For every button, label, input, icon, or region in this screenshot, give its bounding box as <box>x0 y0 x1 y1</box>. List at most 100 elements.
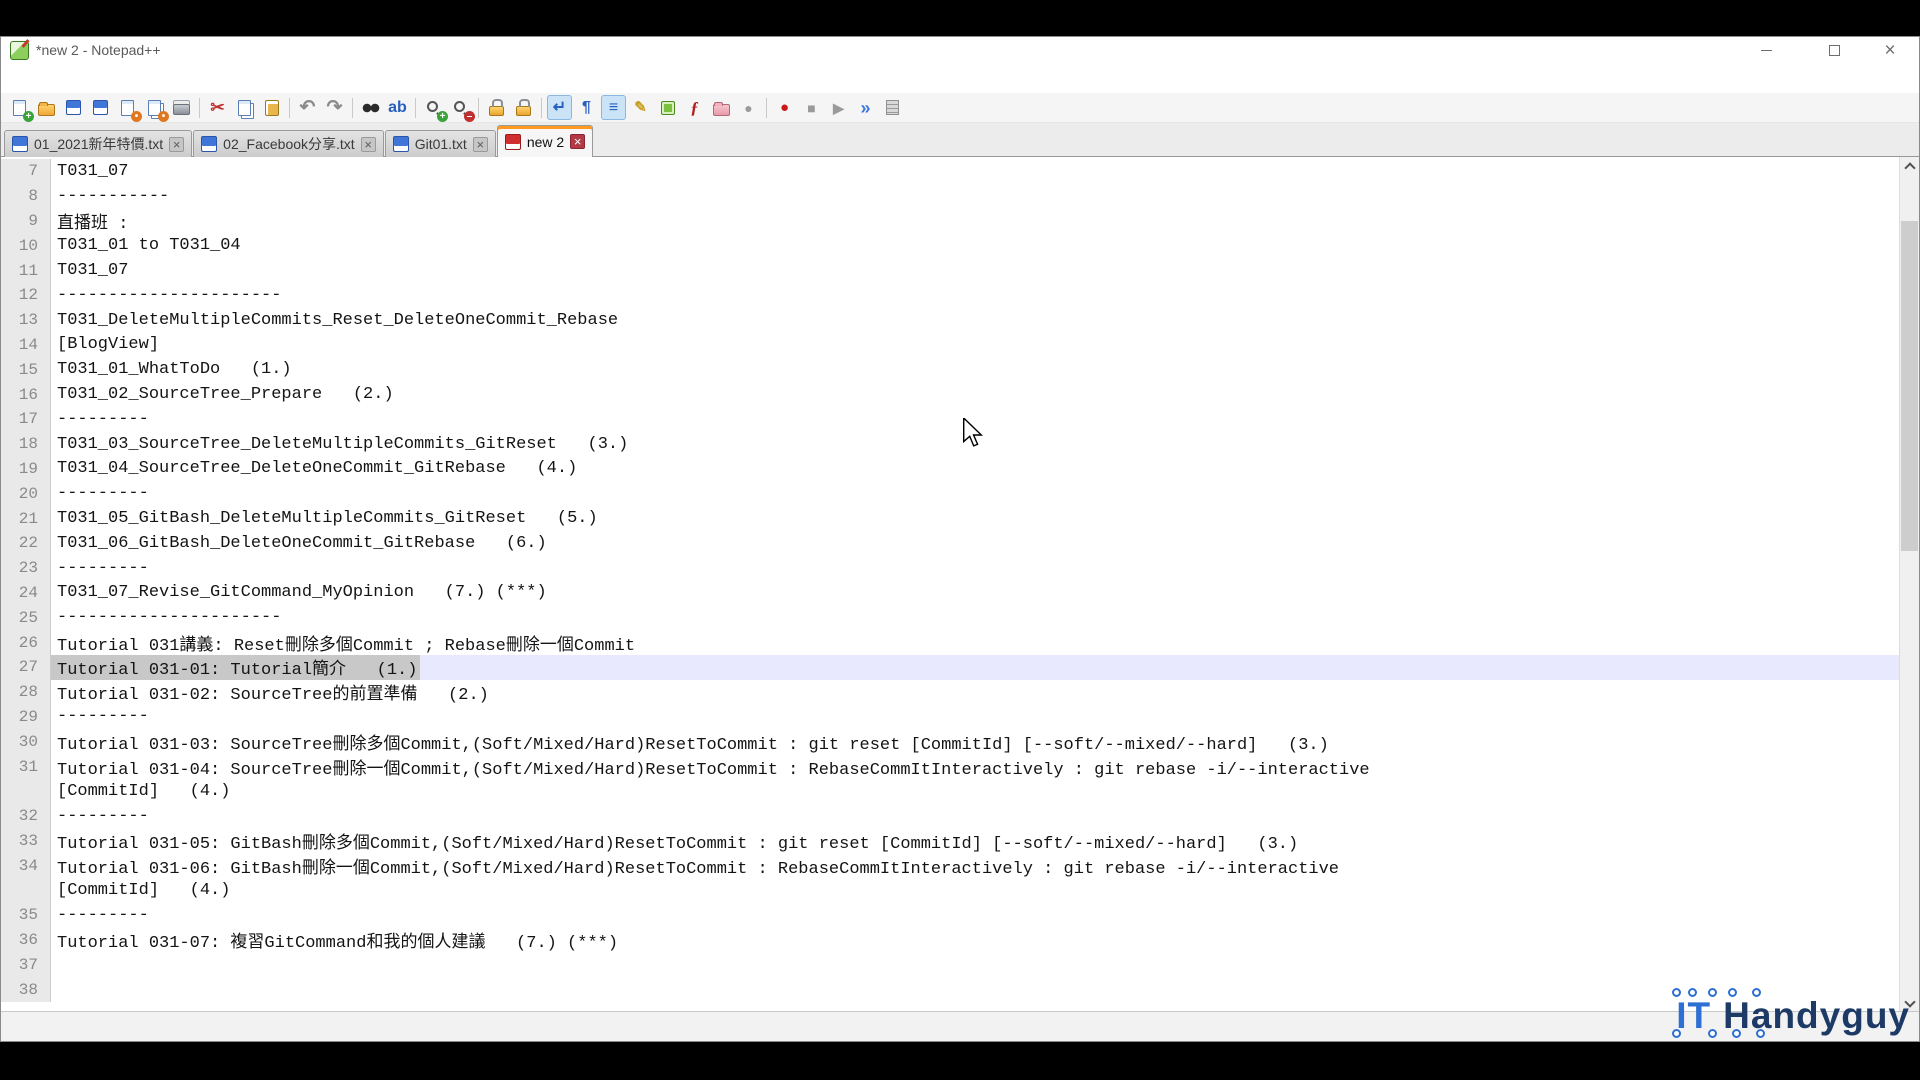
line-number: 14 <box>1 333 51 358</box>
tab-02-facebook-share[interactable]: 02_Facebook分享.txt× <box>193 130 384 157</box>
find-icon[interactable] <box>358 95 383 120</box>
new-file-icon[interactable]: + <box>7 95 32 120</box>
paste-icon[interactable] <box>259 95 284 120</box>
save-all-icon[interactable] <box>88 95 113 120</box>
toolbar-separator <box>541 98 542 118</box>
line-text: T031_05_GitBash_DeleteMultipleCommits_Gi… <box>51 506 598 531</box>
show-all-characters-icon[interactable]: ¶ <box>574 95 599 120</box>
editor-area[interactable]: 7T031_078-----------9直播班 :10T031_01 to T… <box>1 157 1919 1011</box>
editor-row: 18T031_03_SourceTree_DeleteMultipleCommi… <box>1 432 1899 457</box>
watermark-handyguy-text: Handyguy <box>1723 995 1910 1037</box>
editor-row: [CommitId] (4.) <box>1 878 1899 903</box>
word-wrap-icon[interactable]: ↵ <box>547 95 572 120</box>
editor-row: 36Tutorial 031-07: 複習GitCommand和我的個人建議 (… <box>1 928 1899 953</box>
tab-close-icon[interactable]: × <box>473 137 488 152</box>
watermark-it-text: IT <box>1676 995 1711 1037</box>
cut-icon[interactable]: ✂ <box>205 95 230 120</box>
line-number: 19 <box>1 457 51 482</box>
vertical-scrollbar[interactable] <box>1899 157 1919 1011</box>
close-all-icon[interactable]: • <box>142 95 167 120</box>
file-save-state-icon <box>12 136 28 152</box>
line-text: ----------- <box>51 184 169 209</box>
undo-icon[interactable]: ↶ <box>295 95 320 120</box>
open-file-icon[interactable] <box>34 95 59 120</box>
line-number <box>1 878 51 903</box>
tab-close-icon[interactable]: × <box>570 134 585 149</box>
tab-label: Git01.txt <box>415 136 467 152</box>
editor-row: 16T031_02_SourceTree_Prepare (2.) <box>1 382 1899 407</box>
trim-and-save-icon[interactable] <box>880 95 905 120</box>
editor-row: 38 <box>1 977 1899 1002</box>
line-number: 35 <box>1 903 51 928</box>
text-rows: 7T031_078-----------9直播班 :10T031_01 to T… <box>1 159 1899 1011</box>
line-number: 33 <box>1 829 51 854</box>
editor-row: 35--------- <box>1 903 1899 928</box>
line-text: Tutorial 031-01: Tutorial簡介 (1.) <box>51 655 420 680</box>
editor-row: 19T031_04_SourceTree_DeleteOneCommit_Git… <box>1 457 1899 482</box>
zoom-out-icon[interactable]: – <box>448 95 473 120</box>
editor-row: 11T031_07 <box>1 258 1899 283</box>
tab-01-2021-new-year-special[interactable]: 01_2021新年特價.txt× <box>4 130 192 157</box>
user-define-dialog-icon[interactable]: ✎ <box>628 95 653 120</box>
show-indent-guide-icon[interactable]: ≡ <box>601 95 626 120</box>
line-number: 18 <box>1 432 51 457</box>
editor-row: 27Tutorial 031-01: Tutorial簡介 (1.) <box>1 655 1899 680</box>
tab-close-icon[interactable]: × <box>169 137 184 152</box>
record-macro-icon[interactable]: ● <box>772 95 797 120</box>
line-number: 7 <box>1 159 51 184</box>
line-text: Tutorial 031-06: GitBash刪除一個Commit,(Soft… <box>51 853 1339 878</box>
line-text: 直播班 : <box>51 209 128 234</box>
line-number: 37 <box>1 953 51 978</box>
playback-macro-icon[interactable]: ▶ <box>826 95 851 120</box>
line-text: --------- <box>51 556 149 581</box>
replace-icon[interactable]: ab <box>385 95 410 120</box>
save-icon[interactable] <box>61 95 86 120</box>
editor-row: 15T031_01_WhatToDo (1.) <box>1 357 1899 382</box>
editor-row: 22T031_06_GitBash_DeleteOneCommit_GitReb… <box>1 531 1899 556</box>
line-text: Tutorial 031講義: Reset刪除多個Commit ; Rebase… <box>51 630 635 655</box>
line-text: T031_07_Revise_GitCommand_MyOpinion (7.)… <box>51 581 547 606</box>
tab-label: new 2 <box>527 134 564 150</box>
close-window-button[interactable]: × <box>1867 37 1913 63</box>
line-text: T031_01 to T031_04 <box>51 233 241 258</box>
editor-row: 23--------- <box>1 556 1899 581</box>
editor-row: 21T031_05_GitBash_DeleteMultipleCommits_… <box>1 506 1899 531</box>
stop-recording-icon[interactable]: ■ <box>799 95 824 120</box>
run-macro-multiple-icon[interactable]: » <box>853 95 878 120</box>
sync-horizontal-scroll-icon[interactable] <box>511 95 536 120</box>
zoom-in-icon[interactable]: + <box>421 95 446 120</box>
tab-new-2[interactable]: new 2 × <box>497 125 593 157</box>
line-text: T031_06_GitBash_DeleteOneCommit_GitRebas… <box>51 531 547 556</box>
restore-icon <box>1829 45 1840 56</box>
scroll-up-arrow-icon[interactable] <box>1900 157 1919 174</box>
redo-icon[interactable]: ↷ <box>322 95 347 120</box>
line-text: T031_02_SourceTree_Prepare (2.) <box>51 382 394 407</box>
toolbar-separator <box>478 98 479 118</box>
file-save-state-icon <box>505 134 521 150</box>
minimize-button[interactable] <box>1743 37 1789 63</box>
scrollbar-thumb[interactable] <box>1901 221 1918 551</box>
editor-row: 14[BlogView] <box>1 333 1899 358</box>
title-bar: *new 2 - Notepad++ × <box>1 37 1919 63</box>
monitoring-icon[interactable]: ● <box>736 95 761 120</box>
folder-as-workspace-icon[interactable] <box>709 95 734 120</box>
close-file-icon[interactable]: • <box>115 95 140 120</box>
line-number: 9 <box>1 209 51 234</box>
document-map-icon[interactable] <box>655 95 680 120</box>
line-number: 36 <box>1 928 51 953</box>
tab-close-icon[interactable]: × <box>361 137 376 152</box>
print-icon[interactable] <box>169 95 194 120</box>
notepadpp-window: *new 2 - Notepad++ × +••✂↶↷ab+–↵¶≡✎ƒ●●■▶… <box>0 36 1920 1042</box>
line-number: 28 <box>1 680 51 705</box>
line-text: T031_DeleteMultipleCommits_Reset_DeleteO… <box>51 308 618 333</box>
copy-icon[interactable] <box>232 95 257 120</box>
line-number: 38 <box>1 977 51 1002</box>
editor-row: 33Tutorial 031-05: GitBash刪除多個Commit,(So… <box>1 829 1899 854</box>
line-number: 16 <box>1 382 51 407</box>
restore-button[interactable] <box>1811 37 1857 63</box>
tab-git01[interactable]: Git01.txt × <box>385 130 496 157</box>
function-list-icon[interactable]: ƒ <box>682 95 707 120</box>
line-text: [CommitId] (4.) <box>51 878 230 903</box>
sync-vertical-scroll-icon[interactable] <box>484 95 509 120</box>
it-handyguy-watermark: IT Handyguy <box>1676 995 1910 1037</box>
